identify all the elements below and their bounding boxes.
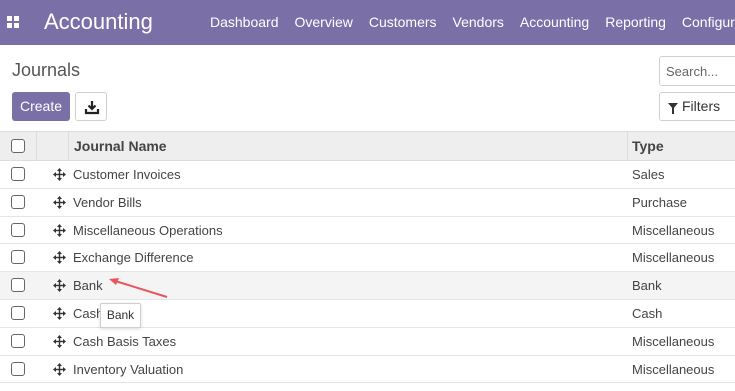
journal-type-cell: Bank	[632, 278, 662, 294]
journal-type-cell: Miscellaneous	[632, 361, 715, 377]
row-checkbox[interactable]	[11, 305, 25, 320]
row-checkbox[interactable]	[11, 222, 25, 237]
row-checkbox[interactable]	[11, 278, 25, 293]
row-checkbox[interactable]	[11, 167, 25, 181]
menu-accounting[interactable]: Accounting	[512, 0, 597, 45]
app-title[interactable]: Accounting	[44, 9, 153, 35]
drag-handle-icon[interactable]	[53, 306, 66, 320]
journal-type-cell: Miscellaneous	[632, 333, 715, 349]
table-row[interactable]: Vendor Bills Purchase	[0, 188, 735, 217]
menu-overview[interactable]: Overview	[287, 0, 361, 45]
row-checkbox[interactable]	[11, 361, 25, 376]
row-checkbox[interactable]	[11, 194, 25, 209]
row-checkbox[interactable]	[11, 250, 25, 265]
menu-dashboard[interactable]: Dashboard	[202, 0, 287, 45]
filters-label: Filters	[682, 98, 721, 114]
table-row[interactable]: Miscellaneous Operations Miscellaneous	[0, 216, 735, 245]
table-row[interactable]: Customer Invoices Sales	[0, 161, 735, 189]
journal-name-cell: Bank	[73, 278, 103, 294]
menu-customers[interactable]: Customers	[361, 0, 445, 45]
journals-table: Journal Name Type Customer Invoices Sale…	[0, 131, 735, 384]
row-tooltip: Bank	[100, 303, 141, 328]
download-icon	[84, 101, 100, 115]
journal-name-cell: Exchange Difference	[73, 250, 194, 266]
search-input[interactable]: Search...	[659, 56, 735, 86]
table-row[interactable]: Exchange Difference Miscellaneous	[0, 244, 735, 273]
journal-name-cell: Miscellaneous Operations	[73, 222, 223, 238]
drag-handle-icon[interactable]	[53, 362, 66, 376]
table-header: Journal Name Type	[0, 131, 735, 161]
journal-name-cell: Inventory Valuation	[73, 361, 184, 377]
journal-type-cell: Cash	[632, 305, 663, 321]
select-all-checkbox[interactable]	[11, 139, 25, 153]
filters-button[interactable]: Filters	[659, 92, 735, 121]
header-journal-name[interactable]: Journal Name	[74, 132, 167, 161]
menu-configuration[interactable]: Configura	[674, 0, 735, 45]
main-menu: Dashboard Overview Customers Vendors Acc…	[202, 0, 735, 45]
journal-type-cell: Miscellaneous	[632, 250, 715, 266]
row-checkbox[interactable]	[11, 333, 25, 348]
journal-name-cell: Cash	[73, 305, 104, 321]
journal-name-cell: Vendor Bills	[73, 194, 142, 210]
top-navbar: Accounting Dashboard Overview Customers …	[0, 0, 735, 45]
header-type[interactable]: Type	[632, 132, 664, 161]
table-row[interactable]: Inventory Valuation Miscellaneous	[0, 355, 735, 384]
journal-name-cell: Cash Basis Taxes	[73, 333, 177, 349]
menu-vendors[interactable]: Vendors	[445, 0, 512, 45]
drag-handle-icon[interactable]	[53, 279, 66, 293]
drag-handle-icon[interactable]	[53, 251, 66, 265]
apps-menu-icon[interactable]	[7, 16, 19, 28]
create-button[interactable]: Create	[12, 92, 70, 121]
drag-handle-icon[interactable]	[53, 168, 66, 181]
breadcrumb: Journals	[12, 60, 81, 80]
journal-type-cell: Miscellaneous	[632, 222, 715, 238]
table-row[interactable]: Cash Basis Taxes Miscellaneous	[0, 327, 735, 356]
download-button[interactable]	[75, 92, 107, 121]
filter-icon	[668, 103, 678, 114]
drag-handle-icon[interactable]	[53, 334, 66, 348]
menu-reporting[interactable]: Reporting	[597, 0, 674, 45]
journal-name-cell: Customer Invoices	[73, 167, 181, 182]
drag-handle-icon[interactable]	[53, 223, 66, 237]
journal-type-cell: Purchase	[632, 194, 687, 210]
annotation-arrow-icon	[109, 278, 168, 298]
drag-handle-icon[interactable]	[53, 195, 66, 209]
journal-type-cell: Sales	[632, 167, 665, 182]
